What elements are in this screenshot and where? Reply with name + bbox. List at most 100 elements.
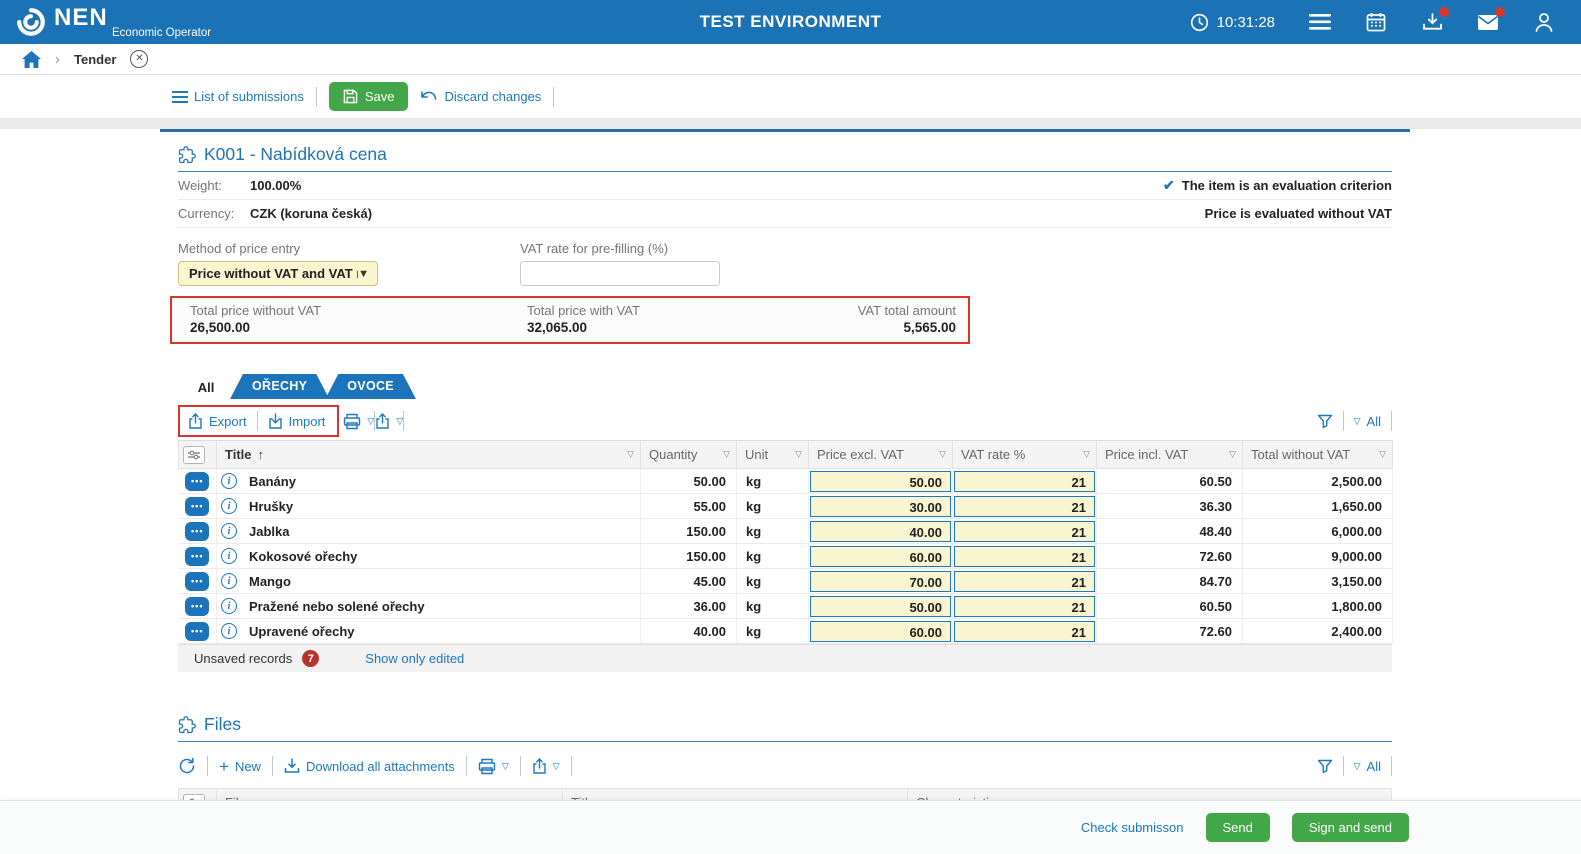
row-actions-button[interactable]: ••• — [185, 547, 209, 566]
item-price-incl: 72.60 — [1097, 619, 1243, 644]
calendar-button[interactable] — [1365, 11, 1387, 33]
col-total[interactable]: Total without VAT — [1251, 447, 1350, 462]
chevron-down-icon: ▽ — [1354, 416, 1361, 427]
col-title[interactable]: Title — [225, 447, 252, 462]
filter-preset-dropdown[interactable]: ▽ All — [1354, 414, 1381, 429]
filter-funnel-icon[interactable] — [1317, 414, 1333, 429]
info-icon[interactable]: i — [221, 598, 237, 614]
filter-icon[interactable]: ▽ — [723, 449, 730, 460]
chevron-down-icon: ▽ — [553, 761, 560, 772]
vat-rate-input[interactable]: 21 — [954, 596, 1095, 617]
save-button[interactable]: Save — [329, 82, 409, 111]
item-price-incl: 72.60 — [1097, 544, 1243, 569]
info-icon[interactable]: i — [221, 548, 237, 564]
info-icon[interactable]: i — [221, 473, 237, 489]
menu-button[interactable] — [1309, 11, 1331, 33]
new-file-button[interactable]: + New — [219, 759, 261, 774]
tab-all[interactable]: All — [178, 380, 234, 399]
tab-ovoce[interactable]: OVOCE — [325, 374, 416, 399]
row-actions-button[interactable]: ••• — [185, 472, 209, 491]
info-icon[interactable]: i — [221, 623, 237, 639]
total-with-vat-value: 32,065.00 — [527, 320, 858, 335]
filter-icon[interactable]: ▽ — [1379, 449, 1386, 460]
filter-funnel-icon[interactable] — [1317, 759, 1333, 774]
col-price-incl[interactable]: Price incl. VAT — [1105, 447, 1188, 462]
criterion-card: K001 - Nabídková cena Weight: 100.00% ✔ … — [160, 129, 1410, 808]
discard-changes-link[interactable]: Discard changes — [420, 89, 541, 104]
vat-rate-input[interactable]: 21 — [954, 496, 1095, 517]
info-icon[interactable]: i — [221, 523, 237, 539]
check-submission-link[interactable]: Check submisson — [1081, 820, 1184, 835]
list-of-submissions-link[interactable]: List of submissions — [172, 89, 304, 104]
export-link[interactable]: Export — [188, 413, 247, 429]
vat-rate-input[interactable]: 21 — [954, 571, 1095, 592]
method-of-price-entry-select[interactable]: Price without VAT and VAT ra ▼ — [178, 261, 378, 286]
vat-rate-input[interactable]: 21 — [954, 471, 1095, 492]
price-excl-vat-input[interactable]: 40.00 — [810, 521, 951, 542]
item-unit: kg — [737, 619, 809, 644]
info-icon[interactable]: i — [221, 573, 237, 589]
print-menu-button[interactable]: ▽ — [478, 758, 509, 775]
profile-button[interactable] — [1533, 11, 1555, 33]
messages-button[interactable] — [1477, 11, 1499, 33]
criterion-section-header: K001 - Nabídková cena — [178, 144, 1392, 172]
price-excl-vat-input[interactable]: 60.00 — [810, 621, 951, 642]
filter-icon[interactable]: ▽ — [627, 449, 634, 460]
row-actions-button[interactable]: ••• — [185, 522, 209, 541]
import-link[interactable]: Import — [268, 413, 326, 429]
filter-icon[interactable]: ▽ — [939, 449, 946, 460]
share-menu-button[interactable]: ▽ — [532, 758, 560, 774]
divider-band — [0, 119, 1581, 129]
item-quantity: 40.00 — [641, 619, 737, 644]
send-button[interactable]: Send — [1206, 813, 1270, 842]
sign-and-send-button[interactable]: Sign and send — [1292, 813, 1409, 842]
tab-orechy[interactable]: OŘECHY — [230, 374, 329, 399]
print-menu-button[interactable]: ▽ — [343, 413, 374, 430]
header-actions: 10:31:28 — [1190, 11, 1555, 33]
download-all-attachments-link[interactable]: Download all attachments — [284, 758, 455, 774]
row-actions-button[interactable]: ••• — [185, 622, 209, 641]
vat-prefill-input[interactable] — [520, 261, 720, 286]
col-vat-rate[interactable]: VAT rate % — [961, 447, 1025, 462]
col-unit[interactable]: Unit — [745, 447, 768, 462]
row-actions-button[interactable]: ••• — [185, 597, 209, 616]
vat-prefill-label: VAT rate for pre-filling (%) — [520, 241, 720, 256]
vat-rate-input[interactable]: 21 — [954, 521, 1095, 542]
breadcrumb: › Tender ✕ — [0, 44, 1581, 75]
row-actions-button[interactable]: ••• — [185, 572, 209, 591]
price-excl-vat-input[interactable]: 70.00 — [810, 571, 951, 592]
col-price-excl[interactable]: Price excl. VAT — [817, 447, 904, 462]
table-row: ••• iMango 45.00 kg 70.00 21 84.70 3,150… — [179, 569, 1393, 594]
row-actions-button[interactable]: ••• — [185, 497, 209, 516]
price-excl-vat-input[interactable]: 50.00 — [810, 596, 951, 617]
total-without-vat-value: 26,500.00 — [190, 320, 527, 335]
info-icon[interactable]: i — [221, 498, 237, 514]
col-quantity[interactable]: Quantity — [649, 447, 697, 462]
filter-icon[interactable]: ▽ — [1083, 449, 1090, 460]
clock: 10:31:28 — [1190, 13, 1275, 32]
breadcrumb-item-tender[interactable]: Tender — [74, 52, 116, 67]
close-tab-icon[interactable]: ✕ — [130, 50, 148, 68]
brand: NEN Economic Operator — [16, 6, 211, 38]
filter-icon[interactable]: ▽ — [795, 449, 802, 460]
chevron-down-icon: ▼ — [358, 268, 369, 280]
share-menu-button[interactable]: ▽ — [375, 413, 403, 429]
filter-icon[interactable]: ▽ — [1229, 449, 1236, 460]
show-only-edited-link[interactable]: Show only edited — [365, 651, 464, 666]
messages-badge — [1495, 7, 1505, 17]
separator — [272, 756, 273, 776]
refresh-icon[interactable] — [178, 757, 196, 775]
column-settings-icon[interactable] — [183, 446, 205, 464]
separator — [1343, 411, 1344, 431]
price-excl-vat-input[interactable]: 60.00 — [810, 546, 951, 567]
home-icon[interactable] — [22, 51, 41, 68]
envelope-icon — [1477, 14, 1499, 31]
vat-rate-input[interactable]: 21 — [954, 621, 1095, 642]
downloads-button[interactable] — [1421, 11, 1443, 33]
price-excl-vat-input[interactable]: 50.00 — [810, 471, 951, 492]
vat-rate-input[interactable]: 21 — [954, 546, 1095, 567]
price-excl-vat-input[interactable]: 30.00 — [810, 496, 951, 517]
share-icon — [375, 413, 390, 429]
filter-preset-dropdown[interactable]: ▽ All — [1354, 759, 1381, 774]
hamburger-icon — [1309, 14, 1331, 30]
